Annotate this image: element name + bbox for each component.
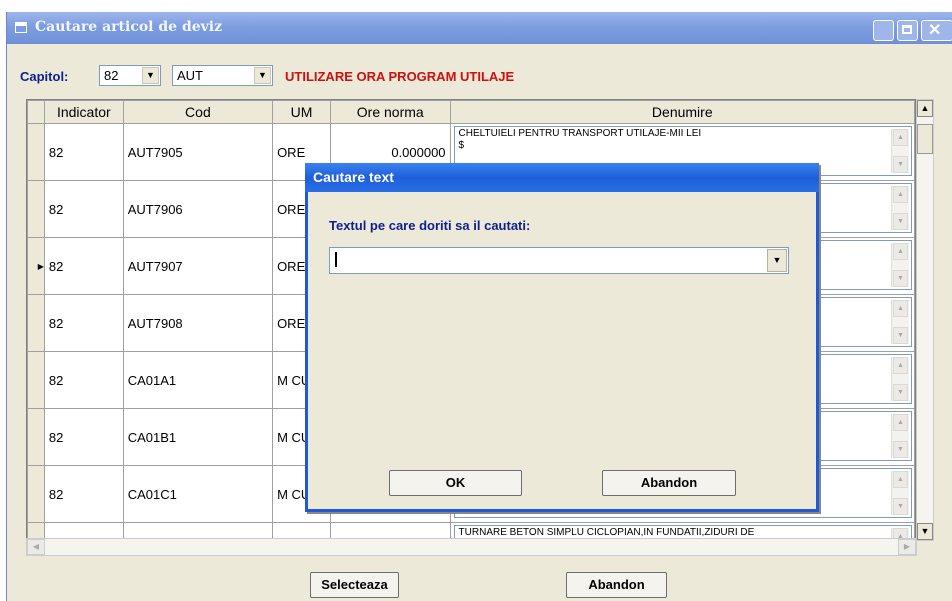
cell-cod[interactable]: AUT7907 bbox=[122, 237, 274, 295]
column-header-um[interactable]: UM bbox=[272, 100, 331, 124]
row-selector-header bbox=[27, 100, 45, 124]
current-row-marker-icon: ▶ bbox=[37, 261, 44, 271]
cell-cod[interactable]: CA01C1 bbox=[122, 465, 274, 523]
denumire-line2: $ bbox=[458, 140, 465, 151]
close-icon: ✕ bbox=[928, 22, 942, 39]
cell-cod[interactable]: AUT7906 bbox=[122, 180, 274, 238]
denumire-scrollbar[interactable]: ▲▼ bbox=[891, 300, 909, 344]
denumire-scrollbar[interactable]: ▲▼ bbox=[891, 186, 909, 230]
scroll-down-icon[interactable]: ▼ bbox=[893, 441, 908, 458]
cell-cod[interactable]: CA01B1 bbox=[122, 408, 274, 466]
search-text-dialog: Cautare text Textul pe care doriti sa il… bbox=[305, 163, 819, 512]
chapter-bar: Capitol: 82 ▼ AUT ▼ UTILIZARE ORA PROGRA… bbox=[7, 64, 952, 90]
scroll-down-icon[interactable]: ▼ bbox=[893, 498, 908, 515]
denumire-scrollbar[interactable]: ▲▼ bbox=[891, 357, 909, 401]
cell-cod[interactable]: CA01A1 bbox=[122, 351, 274, 409]
row-selector[interactable] bbox=[27, 180, 45, 238]
scroll-up-icon[interactable]: ▲ bbox=[893, 300, 908, 317]
scroll-up-icon[interactable]: ▲ bbox=[917, 100, 933, 117]
cell-indicator[interactable]: 82 bbox=[43, 237, 124, 295]
cell-indicator[interactable]: 82 bbox=[43, 351, 124, 409]
scroll-down-icon[interactable]: ▼ bbox=[893, 327, 908, 344]
cell-indicator[interactable]: 82 bbox=[43, 294, 124, 352]
close-button[interactable]: ✕ bbox=[921, 20, 952, 41]
scroll-up-icon[interactable]: ▲ bbox=[893, 471, 908, 488]
cell-indicator[interactable]: 82 bbox=[43, 123, 124, 181]
chapter-code-select[interactable]: AUT ▼ bbox=[172, 65, 273, 86]
search-text-input[interactable]: ▼ bbox=[329, 247, 789, 274]
denumire-scrollbar[interactable]: ▲▼ bbox=[891, 243, 909, 287]
scroll-down-icon[interactable]: ▼ bbox=[893, 270, 908, 287]
scroll-down-icon[interactable]: ▼ bbox=[917, 523, 933, 540]
chevron-down-icon[interactable]: ▼ bbox=[142, 67, 159, 84]
scroll-down-icon[interactable]: ▼ bbox=[893, 213, 908, 230]
column-header-denumire[interactable]: Denumire bbox=[449, 100, 915, 124]
cell-indicator[interactable]: 82 bbox=[43, 408, 124, 466]
select-button[interactable]: Selecteaza bbox=[310, 572, 399, 598]
window-titlebar[interactable]: Cautare articol de deviz ✕ bbox=[7, 12, 952, 44]
chevron-down-icon[interactable]: ▼ bbox=[767, 249, 787, 272]
minimize-button[interactable] bbox=[873, 20, 894, 41]
search-prompt-label: Textul pe care doriti sa il cautati: bbox=[329, 218, 531, 233]
row-selector[interactable] bbox=[27, 123, 45, 181]
scroll-down-icon[interactable]: ▼ bbox=[893, 384, 908, 401]
window-icon bbox=[15, 22, 27, 33]
scroll-up-icon[interactable]: ▲ bbox=[893, 414, 908, 431]
row-selector[interactable]: ▶ bbox=[27, 237, 45, 295]
scroll-up-icon[interactable]: ▲ bbox=[893, 243, 908, 260]
dialog-abandon-button[interactable]: Abandon bbox=[602, 470, 736, 496]
row-selector[interactable] bbox=[27, 351, 45, 409]
cell-cod[interactable]: AUT7905 bbox=[122, 123, 274, 181]
scroll-up-icon[interactable]: ▲ bbox=[893, 129, 908, 146]
window-title: Cautare articol de deviz bbox=[35, 19, 223, 35]
column-header-cod[interactable]: Cod bbox=[122, 100, 274, 124]
chapter-code-value: AUT bbox=[177, 68, 203, 83]
column-header-ore-norma[interactable]: Ore norma bbox=[329, 100, 451, 124]
scroll-up-icon[interactable]: ▲ bbox=[893, 186, 908, 203]
chapter-number-value: 82 bbox=[104, 68, 119, 83]
grid-horizontal-scrollbar[interactable]: ◀ ▶ bbox=[26, 538, 917, 556]
denumire-scrollbar[interactable]: ▲▼ bbox=[891, 471, 909, 515]
scroll-down-icon[interactable]: ▼ bbox=[893, 156, 908, 173]
ok-button[interactable]: OK bbox=[389, 470, 522, 496]
scroll-right-icon[interactable]: ▶ bbox=[898, 539, 916, 555]
table-header-row: Indicator Cod UM Ore norma Denumire bbox=[27, 100, 915, 124]
denumire-line1: CHELTUIELI PENTRU TRANSPORT UTILAJE-MII … bbox=[458, 128, 702, 139]
denumire-scrollbar[interactable]: ▲▼ bbox=[891, 414, 909, 458]
chapter-description: UTILIZARE ORA PROGRAM UTILAJE bbox=[285, 69, 515, 84]
text-caret bbox=[335, 252, 337, 267]
dialog-title: Cautare text bbox=[313, 169, 394, 185]
scroll-thumb[interactable] bbox=[917, 124, 933, 154]
maximize-button[interactable] bbox=[897, 20, 918, 41]
scroll-up-icon[interactable]: ▲ bbox=[893, 357, 908, 374]
chapter-number-select[interactable]: 82 ▼ bbox=[99, 65, 161, 86]
cell-indicator[interactable]: 82 bbox=[43, 465, 124, 523]
row-selector[interactable] bbox=[27, 465, 45, 523]
dialog-titlebar[interactable]: Cautare text bbox=[305, 163, 819, 192]
column-header-indicator[interactable]: Indicator bbox=[43, 100, 124, 124]
abandon-button[interactable]: Abandon bbox=[566, 572, 667, 598]
chevron-down-icon[interactable]: ▼ bbox=[254, 67, 271, 84]
row-selector[interactable] bbox=[27, 408, 45, 466]
cell-cod[interactable]: AUT7908 bbox=[122, 294, 274, 352]
scroll-left-icon[interactable]: ◀ bbox=[27, 539, 45, 555]
chapter-label: Capitol: bbox=[20, 69, 69, 84]
grid-vertical-scrollbar[interactable]: ▲ ▼ bbox=[916, 99, 934, 541]
denumire-scrollbar[interactable]: ▲▼ bbox=[891, 129, 909, 173]
cell-indicator[interactable]: 82 bbox=[43, 180, 124, 238]
row-selector[interactable] bbox=[27, 294, 45, 352]
